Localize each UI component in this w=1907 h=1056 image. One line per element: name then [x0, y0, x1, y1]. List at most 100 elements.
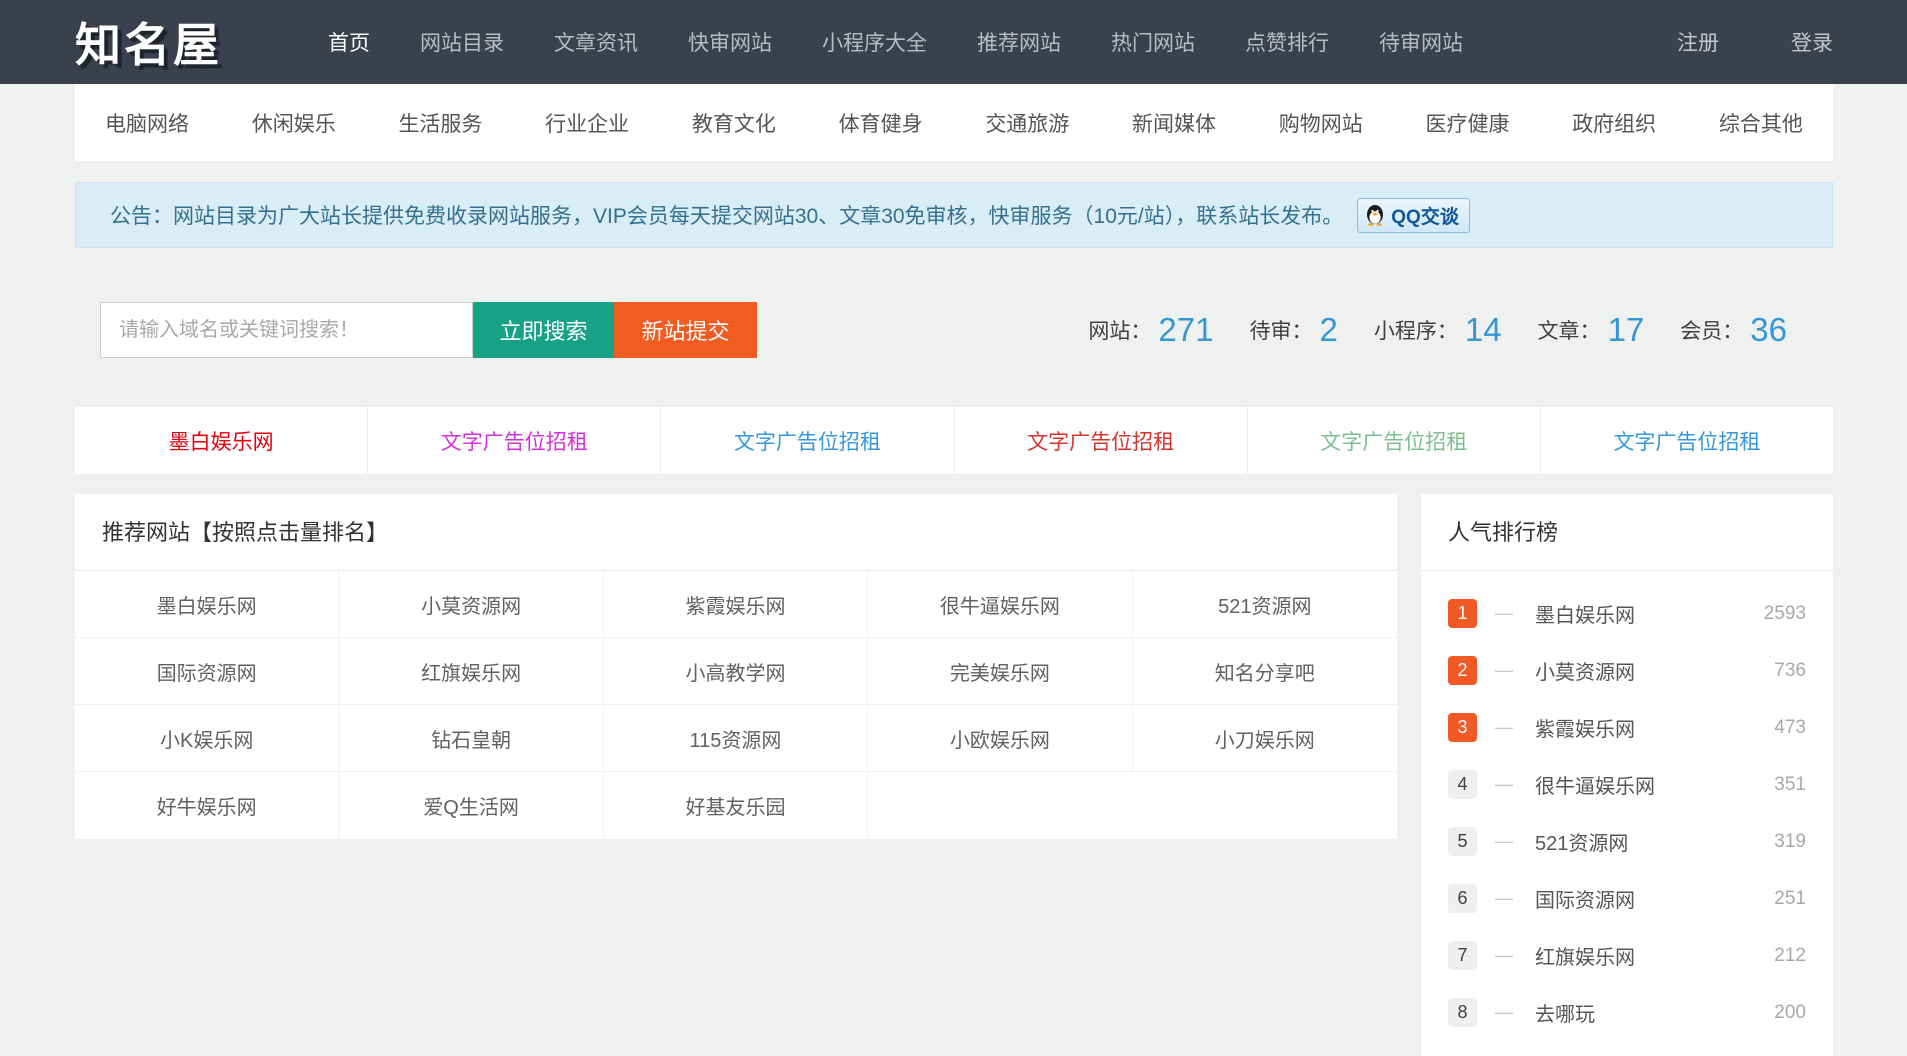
- rank-count: 251: [1774, 888, 1806, 910]
- recommended-site-link[interactable]: 好牛娱乐网: [75, 772, 339, 839]
- rank-dash: —: [1495, 888, 1513, 909]
- recommended-site-link[interactable]: 知名分享吧: [1133, 638, 1397, 705]
- category-transport-travel[interactable]: 交通旅游: [985, 108, 1069, 138]
- site-logo[interactable]: 知名屋: [75, 9, 222, 75]
- qq-chat-label: QQ交谈: [1391, 202, 1459, 229]
- ad-link[interactable]: 文字广告位招租: [955, 407, 1248, 474]
- ad-link[interactable]: 文字广告位招租: [1248, 407, 1541, 474]
- rank-row: 4 — 很牛逼娱乐网 351: [1448, 756, 1806, 813]
- rank-badge: 7: [1448, 941, 1477, 970]
- text-ad-row: 墨白娱乐网 文字广告位招租 文字广告位招租 文字广告位招租 文字广告位招租 文字…: [75, 407, 1833, 474]
- search-button[interactable]: 立即搜索: [473, 302, 614, 358]
- recommended-site-link[interactable]: 完美娱乐网: [868, 638, 1132, 705]
- recommended-site-link[interactable]: 521资源网: [1133, 571, 1397, 638]
- rank-row: 2 — 小莫资源网 736: [1448, 642, 1806, 699]
- category-government-org[interactable]: 政府组织: [1572, 108, 1656, 138]
- search-input[interactable]: [100, 302, 473, 358]
- category-sports-fitness[interactable]: 体育健身: [839, 108, 923, 138]
- nav-item-home[interactable]: 首页: [320, 27, 378, 57]
- category-life-services[interactable]: 生活服务: [398, 108, 482, 138]
- recommended-site-link[interactable]: 小K娱乐网: [75, 705, 339, 772]
- empty-cell: [868, 772, 1132, 839]
- recommended-site-link[interactable]: 很牛逼娱乐网: [868, 571, 1132, 638]
- rank-site-link[interactable]: 小莫资源网: [1535, 656, 1635, 685]
- stat-label: 小程序：: [1374, 315, 1458, 345]
- rank-dash: —: [1495, 945, 1513, 966]
- rank-count: 2593: [1764, 603, 1806, 625]
- recommended-site-link[interactable]: 小高教学网: [604, 638, 868, 705]
- rank-badge: 3: [1448, 713, 1477, 742]
- submit-site-button[interactable]: 新站提交: [614, 302, 757, 358]
- announcement-text: 公告：网站目录为广大站长提供免费收录网站服务，VIP会员每天提交网站30、文章3…: [110, 200, 1343, 230]
- category-education-culture[interactable]: 教育文化: [692, 108, 776, 138]
- stat-pending: 待审： 2: [1249, 311, 1337, 349]
- rank-row: 5 — 521资源网 319: [1448, 813, 1806, 870]
- nav-item-likes-ranking[interactable]: 点赞排行: [1237, 27, 1337, 57]
- rank-row: 3 — 紫霞娱乐网 473: [1448, 699, 1806, 756]
- nav-item-mini-programs[interactable]: 小程序大全: [814, 27, 935, 57]
- nav-item-pending-sites[interactable]: 待审网站: [1371, 27, 1471, 57]
- stat-label: 网站：: [1088, 315, 1151, 345]
- rank-site-link[interactable]: 墨白娱乐网: [1535, 599, 1635, 628]
- rank-site-link[interactable]: 红旗娱乐网: [1535, 941, 1635, 970]
- recommended-sites-panel: 推荐网站【按照点击量排名】 墨白娱乐网 小莫资源网 紫霞娱乐网 很牛逼娱乐网 5…: [75, 494, 1397, 839]
- stat-articles: 文章： 17: [1538, 311, 1645, 349]
- auth-links: 注册 登录: [1605, 27, 1833, 57]
- ad-link[interactable]: 文字广告位招租: [1541, 407, 1833, 474]
- recommended-site-link[interactable]: 墨白娱乐网: [75, 571, 339, 638]
- category-misc-other[interactable]: 综合其他: [1719, 108, 1803, 138]
- rank-site-link[interactable]: 521资源网: [1535, 827, 1628, 856]
- category-shopping-sites[interactable]: 购物网站: [1279, 108, 1363, 138]
- rank-site-link[interactable]: 去哪玩: [1535, 998, 1595, 1027]
- rank-count: 212: [1774, 945, 1806, 967]
- main-content: 推荐网站【按照点击量排名】 墨白娱乐网 小莫资源网 紫霞娱乐网 很牛逼娱乐网 5…: [75, 494, 1833, 1056]
- category-bar: 电脑网络 休闲娱乐 生活服务 行业企业 教育文化 体育健身 交通旅游 新闻媒体 …: [75, 84, 1833, 161]
- nav-item-hot-sites[interactable]: 热门网站: [1103, 27, 1203, 57]
- category-news-media[interactable]: 新闻媒体: [1132, 108, 1216, 138]
- rank-site-link[interactable]: 紫霞娱乐网: [1535, 713, 1635, 742]
- recommended-site-link[interactable]: 爱Q生活网: [339, 772, 603, 839]
- stat-value: 271: [1158, 311, 1213, 349]
- stat-value: 17: [1608, 311, 1645, 349]
- recommended-panel-title: 推荐网站【按照点击量排名】: [75, 494, 1397, 571]
- nav-item-site-directory[interactable]: 网站目录: [412, 27, 512, 57]
- rank-badge: 1: [1448, 599, 1477, 628]
- ad-link[interactable]: 墨白娱乐网: [75, 407, 368, 474]
- announcement-bar: 公告：网站目录为广大站长提供免费收录网站服务，VIP会员每天提交网站30、文章3…: [75, 182, 1833, 248]
- rank-badge: 2: [1448, 656, 1477, 685]
- nav-item-recommended-sites[interactable]: 推荐网站: [969, 27, 1069, 57]
- rank-site-link[interactable]: 国际资源网: [1535, 884, 1635, 913]
- recommended-site-link[interactable]: 钻石皇朝: [339, 705, 603, 772]
- recommended-site-link[interactable]: 115资源网: [604, 705, 868, 772]
- qq-penguin-icon: [1365, 204, 1385, 226]
- rank-row: 8 — 去哪玩 200: [1448, 984, 1806, 1041]
- login-link[interactable]: 登录: [1791, 27, 1833, 57]
- recommended-site-link[interactable]: 好基友乐园: [604, 772, 868, 839]
- stat-value: 2: [1319, 311, 1337, 349]
- recommended-site-link[interactable]: 国际资源网: [75, 638, 339, 705]
- stat-members: 会员： 36: [1680, 311, 1787, 349]
- ad-link[interactable]: 文字广告位招租: [661, 407, 954, 474]
- nav-item-fast-review-sites[interactable]: 快审网站: [680, 27, 780, 57]
- rank-count: 319: [1774, 831, 1806, 853]
- register-link[interactable]: 注册: [1677, 27, 1719, 57]
- recommended-site-link[interactable]: 小莫资源网: [339, 571, 603, 638]
- category-medical-health[interactable]: 医疗健康: [1425, 108, 1509, 138]
- recommended-site-link[interactable]: 小刀娱乐网: [1133, 705, 1397, 772]
- category-leisure-entertainment[interactable]: 休闲娱乐: [252, 108, 336, 138]
- rank-dash: —: [1495, 774, 1513, 795]
- main-nav: 首页 网站目录 文章资讯 快审网站 小程序大全 推荐网站 热门网站 点赞排行 待…: [320, 27, 1505, 57]
- category-computer-network[interactable]: 电脑网络: [105, 108, 189, 138]
- category-industry-enterprise[interactable]: 行业企业: [545, 108, 629, 138]
- rank-dash: —: [1495, 717, 1513, 738]
- nav-item-articles[interactable]: 文章资讯: [546, 27, 646, 57]
- rank-site-link[interactable]: 很牛逼娱乐网: [1535, 770, 1655, 799]
- recommended-site-link[interactable]: 小欧娱乐网: [868, 705, 1132, 772]
- qq-chat-button[interactable]: QQ交谈: [1357, 198, 1470, 233]
- recommended-site-link[interactable]: 紫霞娱乐网: [604, 571, 868, 638]
- rank-dash: —: [1495, 831, 1513, 852]
- rank-badge: 8: [1448, 998, 1477, 1027]
- recommended-site-link[interactable]: 红旗娱乐网: [339, 638, 603, 705]
- rank-dash: —: [1495, 1002, 1513, 1023]
- ad-link[interactable]: 文字广告位招租: [368, 407, 661, 474]
